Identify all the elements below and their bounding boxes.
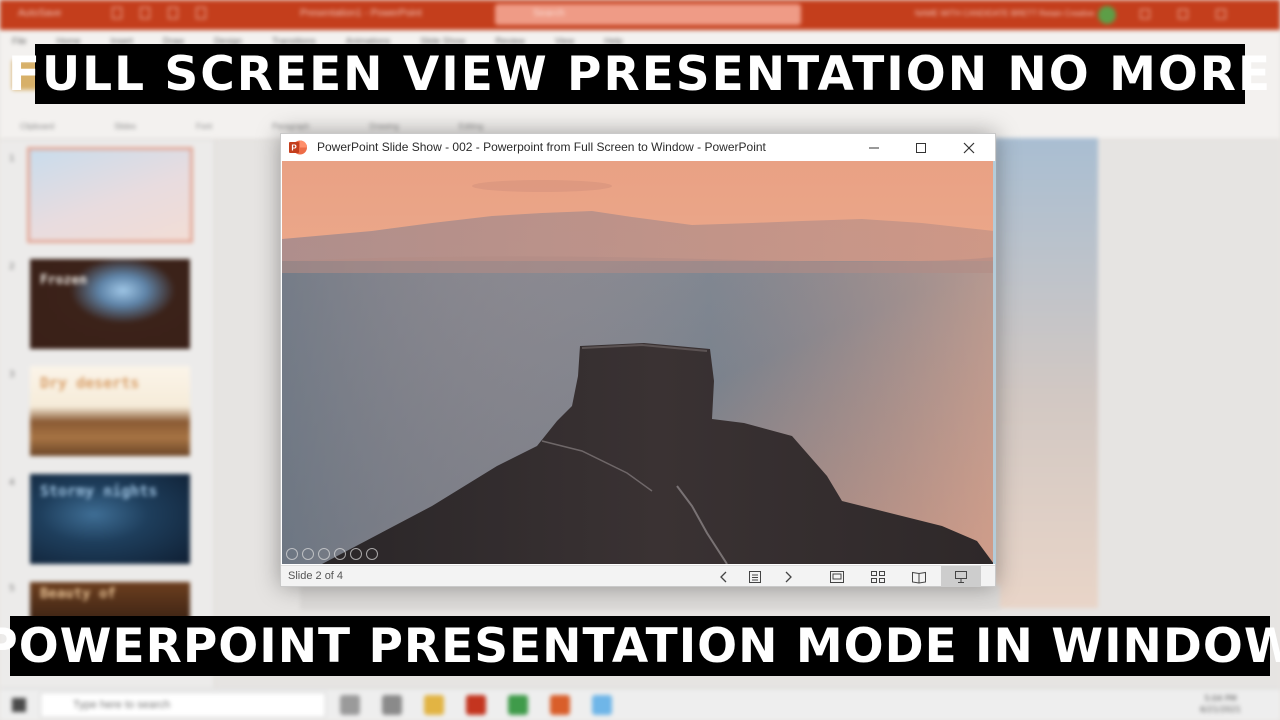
- ribbon-group-label: Drawing: [369, 122, 399, 131]
- bottom-banner: POWERPOINT PRESENTATION MODE IN WINDOW: [0, 616, 1280, 676]
- slide-sorter-button[interactable]: [863, 566, 893, 587]
- slide-counter: Slide 2 of 4: [288, 570, 344, 582]
- slideshow-window-title: PowerPoint Slide Show - 002 - Powerpoint…: [317, 140, 766, 154]
- app-maximize-icon[interactable]: [1178, 9, 1188, 19]
- slide-thumbnail-3[interactable]: Dry deserts: [30, 366, 190, 456]
- slide-thumbnail-2[interactable]: Frozen: [30, 259, 190, 349]
- account-name: NAME WITH CANDIDATE BRETT Retain Creativ…: [915, 9, 1095, 18]
- grid-icon[interactable]: [334, 548, 346, 560]
- svg-text:P: P: [291, 144, 297, 153]
- maximize-button[interactable]: [898, 134, 944, 161]
- search-box[interactable]: Search: [495, 4, 801, 25]
- slideshow-statusbar: Slide 2 of 4: [281, 565, 995, 587]
- top-banner: FULL SCREEN VIEW PRESENTATION NO MORE: [8, 44, 1270, 104]
- slide-canvas[interactable]: [282, 161, 994, 564]
- taskbar-search[interactable]: Type here to search: [40, 692, 326, 718]
- ribbon-group-label: Clipboard: [20, 122, 55, 131]
- close-button[interactable]: [946, 134, 992, 161]
- bottom-banner-text: POWERPOINT PRESENTATION MODE IN WINDOW: [0, 618, 1280, 674]
- powerpoint-icon: P: [289, 140, 307, 155]
- quick-access-toolbar: [112, 7, 206, 19]
- slide-number: 1: [9, 154, 15, 164]
- clock-time: 5:04 PM: [1204, 694, 1237, 703]
- close-icon: [963, 142, 975, 153]
- save-icon[interactable]: [112, 7, 122, 19]
- slide-sorter-icon: [871, 570, 885, 583]
- menu-icon: [749, 570, 761, 583]
- chevron-left-icon: [720, 571, 727, 582]
- cortana-icon[interactable]: [340, 695, 360, 715]
- normal-view-button[interactable]: [822, 566, 852, 587]
- document-title: Presentation1 - PowerPoint: [300, 8, 422, 19]
- ribbon-group-label: Font: [196, 122, 213, 131]
- maximize-icon: [916, 142, 926, 153]
- present-icon[interactable]: [196, 7, 206, 19]
- minimize-button[interactable]: [851, 134, 897, 161]
- reading-view-button[interactable]: [904, 566, 934, 587]
- normal-view-icon: [830, 570, 844, 583]
- redo-icon[interactable]: [168, 7, 178, 19]
- previous-button[interactable]: [709, 566, 739, 587]
- slide-thumbnail-4[interactable]: Stormy nights: [30, 474, 190, 564]
- thumbnail-title: Beauty of: [40, 586, 116, 602]
- ribbon-group-label: Paragraph: [272, 122, 310, 131]
- autosave-label[interactable]: AutoSave: [18, 8, 61, 19]
- slide-number: 2: [9, 262, 15, 272]
- app-minimize-icon[interactable]: [1140, 9, 1150, 19]
- undo-icon[interactable]: [140, 7, 150, 19]
- slideshow-window[interactable]: P PowerPoint Slide Show - 002 - Powerpoi…: [280, 133, 996, 587]
- slide-photo: [282, 161, 994, 564]
- top-banner-text: FULL SCREEN VIEW PRESENTATION NO MORE: [7, 46, 1273, 102]
- slide-number: 3: [9, 370, 15, 380]
- next-button[interactable]: [773, 566, 803, 587]
- window-edge: [993, 161, 996, 564]
- ribbon-tab[interactable]: File: [12, 36, 27, 46]
- slideshow-titlebar[interactable]: P PowerPoint Slide Show - 002 - Powerpoi…: [281, 134, 995, 161]
- taskbar: Type here to search 5:04 PM 6/21/2021: [0, 688, 1280, 720]
- slide-show-view-button[interactable]: [941, 566, 981, 587]
- slide-number: 5: [9, 584, 15, 594]
- thumbnail-title: Frozen: [40, 273, 87, 288]
- slide-number: 4: [9, 478, 15, 488]
- pen-icon[interactable]: [318, 548, 330, 560]
- windows-start-icon[interactable]: [12, 698, 26, 712]
- app-titlebar: AutoSave Presentation1 - PowerPoint Sear…: [0, 0, 1280, 30]
- chevron-right-icon: [785, 571, 792, 582]
- thumbnail-title: Dry deserts: [40, 374, 140, 392]
- ribbon-group-labels: Clipboard Slides Font Paragraph Drawing Editi…: [20, 122, 483, 131]
- office-icon[interactable]: [466, 695, 486, 715]
- powerpoint-taskbar-icon[interactable]: [550, 695, 570, 715]
- task-view-icon[interactable]: [382, 695, 402, 715]
- app-close-icon[interactable]: [1216, 9, 1226, 19]
- ribbon-group-label: Editing: [458, 122, 484, 131]
- avatar[interactable]: [1098, 6, 1116, 24]
- previous-slide-icon[interactable]: [286, 548, 298, 560]
- system-clock[interactable]: 5:04 PM 6/21/2021: [1200, 693, 1241, 715]
- menu-button[interactable]: [740, 566, 770, 587]
- slideshow-toolbar: [286, 548, 378, 560]
- zoom-icon[interactable]: [350, 548, 362, 560]
- clock-date: 6/21/2021: [1200, 705, 1242, 714]
- slide-thumbnail-1[interactable]: [27, 147, 193, 243]
- app-icon[interactable]: [592, 695, 612, 715]
- taskbar-apps: [340, 695, 612, 715]
- file-explorer-icon[interactable]: [424, 695, 444, 715]
- thumbnail-title: Stormy nights: [40, 482, 158, 500]
- slide-show-icon: [955, 570, 967, 583]
- app-window-controls: [1140, 9, 1226, 19]
- chrome-icon[interactable]: [508, 695, 528, 715]
- reading-view-icon: [912, 571, 926, 584]
- next-slide-icon[interactable]: [302, 548, 314, 560]
- notes-bar: [300, 585, 1000, 610]
- ribbon-group-label: Slides: [114, 122, 137, 131]
- more-options-icon[interactable]: [366, 548, 378, 560]
- editing-slide-edge: [995, 138, 1098, 608]
- minimize-icon: [869, 147, 879, 148]
